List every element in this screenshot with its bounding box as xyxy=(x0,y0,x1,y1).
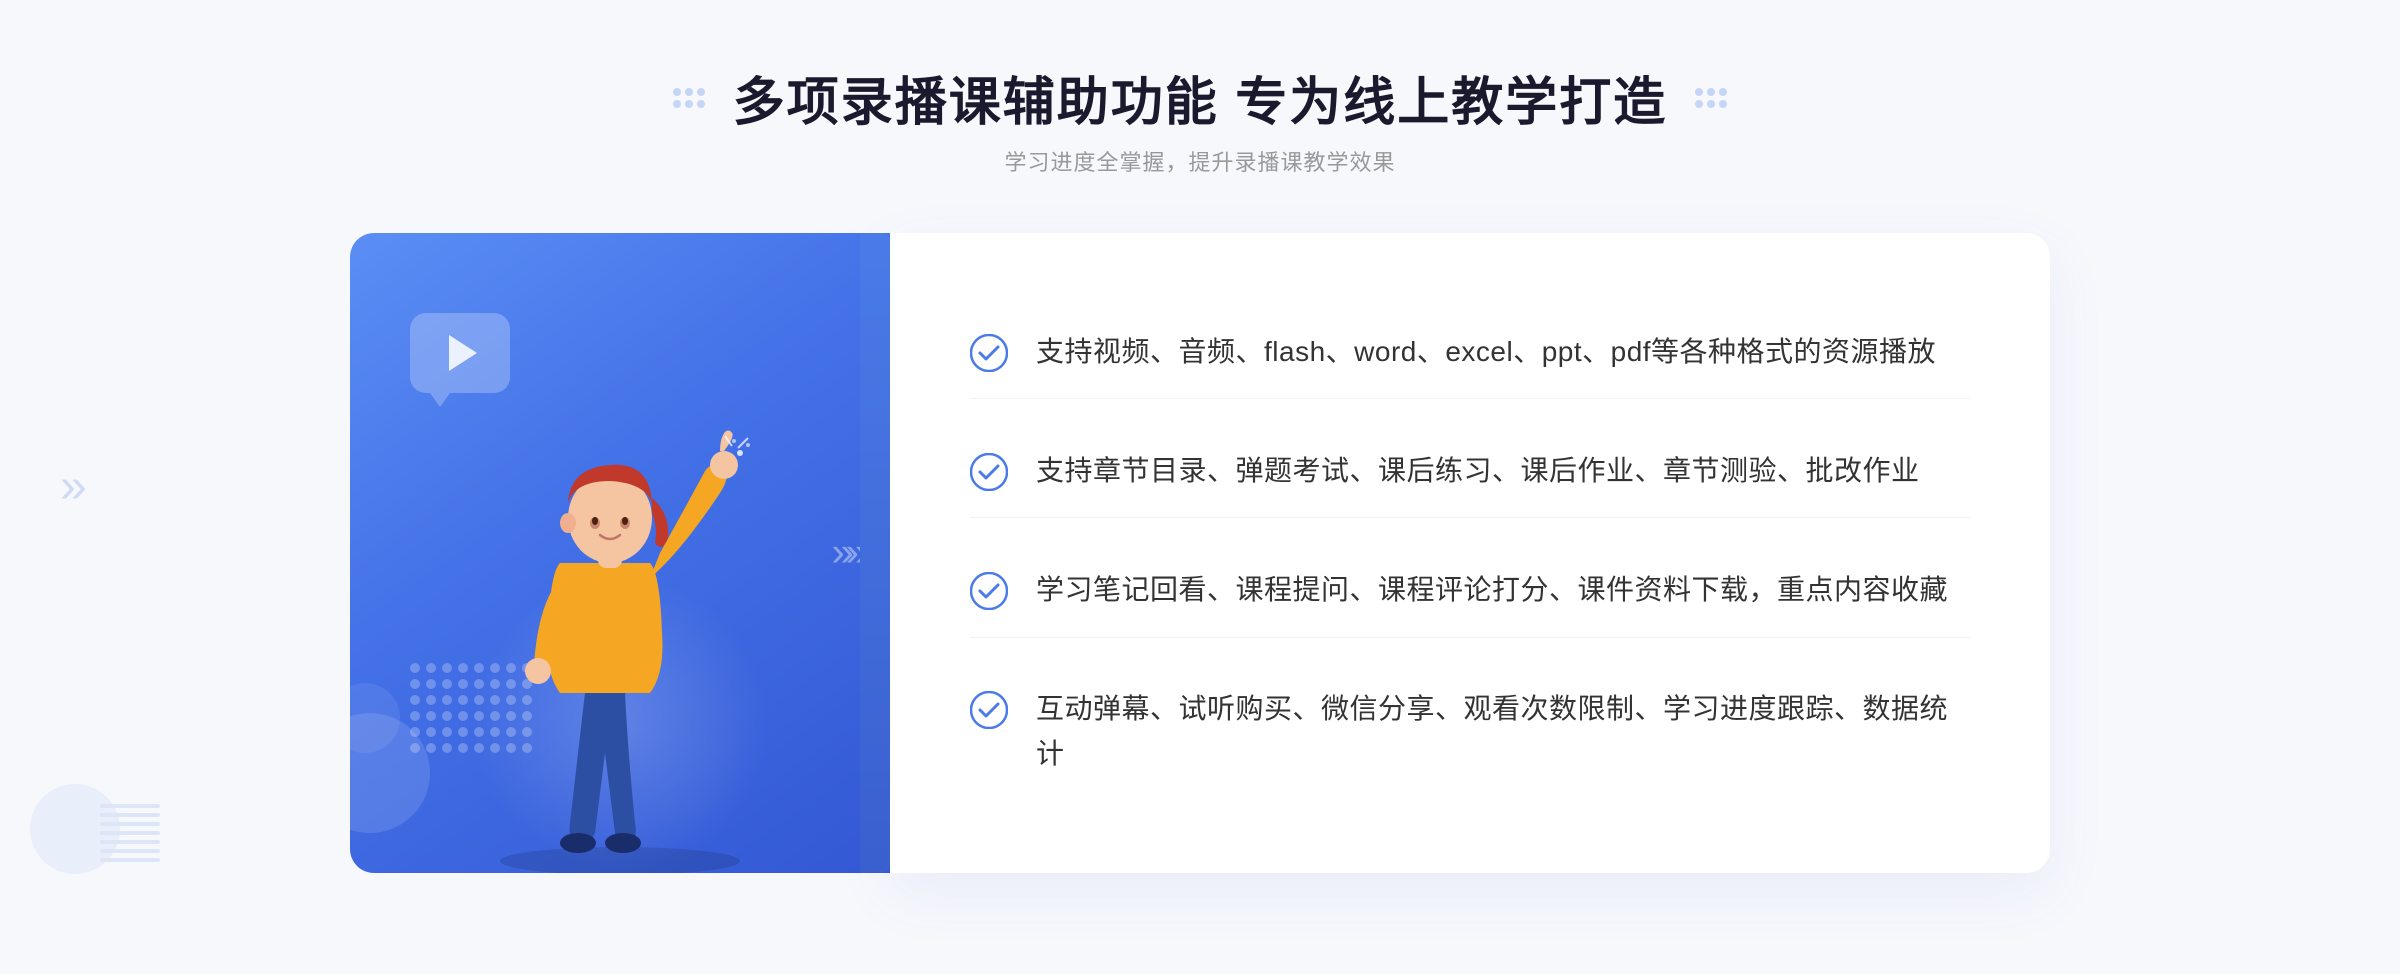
header-deco-right xyxy=(1695,88,1727,108)
check-icon-4 xyxy=(970,691,1008,729)
feature-item-1: 支持视频、音频、flash、word、excel、ppt、pdf等各种格式的资源… xyxy=(970,306,1970,400)
feature-text-3: 学习笔记回看、课程提问、课程评论打分、课件资料下载，重点内容收藏 xyxy=(1036,568,1948,613)
check-icon-2 xyxy=(970,453,1008,491)
main-content: »» 支持视频、音频、flash、word、excel、ppt、pdf等各种格式… xyxy=(350,233,2050,873)
illustration-panel: »» xyxy=(350,233,890,873)
check-icon-1 xyxy=(970,334,1008,372)
features-panel: 支持视频、音频、flash、word、excel、ppt、pdf等各种格式的资源… xyxy=(890,233,2050,873)
chevron-left-icon: » xyxy=(60,463,75,511)
page-deco-left: » xyxy=(60,463,75,511)
illus-chevron-icon: »» xyxy=(832,531,861,576)
feature-item-2: 支持章节目录、弹题考试、课后练习、课后作业、章节测验、批改作业 xyxy=(970,425,1970,519)
header-title-row: 多项录播课辅助功能 专为线上教学打造 xyxy=(673,60,1727,135)
page-wrapper: » 多项录播课辅助功能 专为线上教学打造 学习进度全掌握，提升录播课教学效果 xyxy=(0,0,2400,974)
page-subtitle: 学习进度全掌握，提升录播课教学效果 xyxy=(1004,145,1395,177)
deco-lines-left xyxy=(100,804,160,894)
accent-bar xyxy=(860,233,890,873)
feature-text-1: 支持视频、音频、flash、word、excel、ppt、pdf等各种格式的资源… xyxy=(1036,330,1936,375)
person-figure xyxy=(430,313,810,873)
page-title: 多项录播课辅助功能 专为线上教学打造 xyxy=(733,60,1667,135)
check-icon-3 xyxy=(970,572,1008,610)
feature-item-3: 学习笔记回看、课程提问、课程评论打分、课件资料下载，重点内容收藏 xyxy=(970,544,1970,638)
feature-text-2: 支持章节目录、弹题考试、课后练习、课后作业、章节测验、批改作业 xyxy=(1036,449,1920,494)
header-deco-left xyxy=(673,88,705,108)
feature-text-4: 互动弹幕、试听购买、微信分享、观看次数限制、学习进度跟踪、数据统计 xyxy=(1036,687,1970,777)
header: 多项录播课辅助功能 专为线上教学打造 学习进度全掌握，提升录播课教学效果 xyxy=(673,60,1727,177)
feature-item-4: 互动弹幕、试听购买、微信分享、观看次数限制、学习进度跟踪、数据统计 xyxy=(970,663,1970,801)
